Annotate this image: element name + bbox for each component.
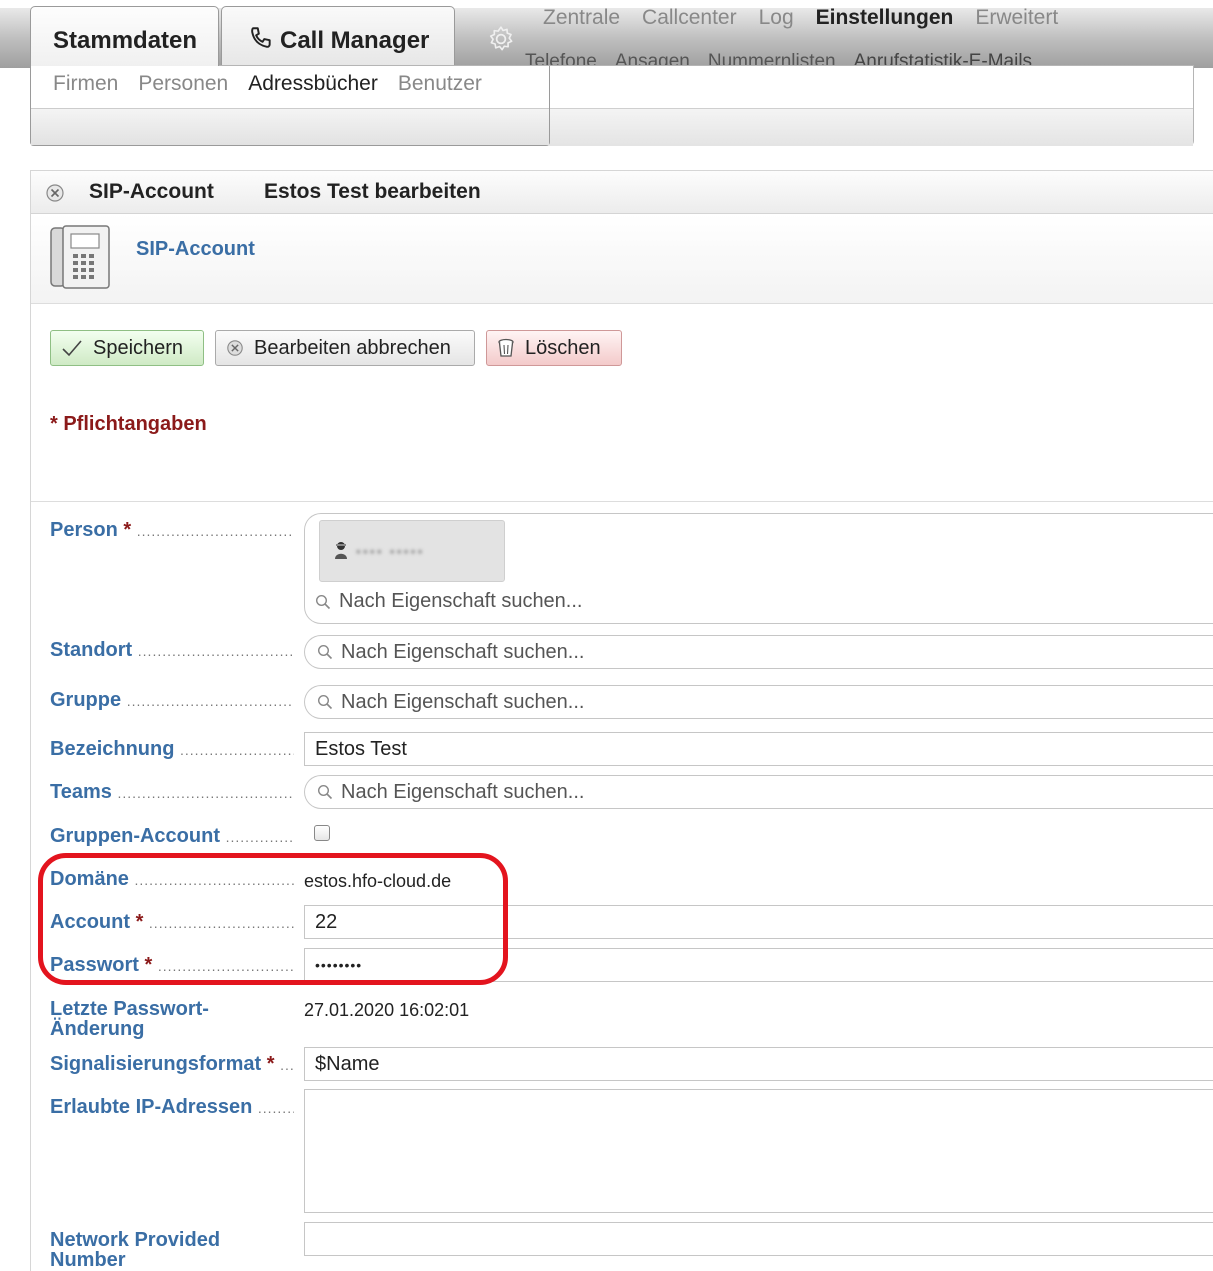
signalisierungsformat-input[interactable]: $Name — [304, 1047, 1213, 1081]
record-header: SIP-Account — [31, 214, 1213, 304]
call-menu: Zentrale Callcenter Log Einstellungen Erweit… — [543, 6, 1080, 30]
tab-stammdaten-label: Stammdaten — [53, 27, 198, 54]
bezeichnung-input[interactable]: Estos Test — [304, 732, 1213, 766]
sip-account-panel: SIP-Account Estos Test bearbeiten SIP-Ac… — [30, 170, 1213, 1271]
person-chip-redacted: ▪▪▪▪ ▪▪▪▪▪ — [356, 543, 425, 559]
save-button-label: Speichern — [93, 336, 184, 359]
label-signalisierungsformat: Signalisierungsformat * .............. — [50, 1053, 294, 1075]
desk-phone-icon — [50, 225, 110, 289]
panel-header: SIP-Account Estos Test bearbeiten — [31, 171, 1213, 214]
standort-search[interactable]: Nach Eigenschaft suchen... — [304, 635, 1213, 669]
standort-placeholder: Nach Eigenschaft suchen... — [341, 640, 585, 663]
search-icon — [315, 594, 331, 609]
tab-call-manager-label: Call Manager — [280, 27, 430, 54]
cancel-edit-button[interactable]: Bearbeiten abbrechen — [215, 330, 475, 366]
search-icon — [317, 784, 333, 800]
panel-type: SIP-Account — [89, 180, 214, 203]
required-fields-note: * Pflichtangaben — [50, 413, 207, 435]
search-icon — [317, 694, 333, 710]
stammdaten-dropdown: Firmen Personen Adressbücher Benutzer — [30, 66, 550, 146]
label-account: Account * ..............................… — [50, 911, 294, 933]
passwort-value: •••••••• — [315, 957, 363, 973]
erlaubte-ip-adressen-textarea[interactable] — [304, 1089, 1213, 1213]
delete-button-label: Löschen — [525, 336, 601, 359]
teams-placeholder: Nach Eigenschaft suchen... — [341, 780, 585, 803]
bezeichnung-value: Estos Test — [315, 737, 407, 760]
save-button[interactable]: Speichern — [50, 330, 204, 366]
network-provided-number-input[interactable] — [304, 1222, 1213, 1256]
label-person: Person * ...............................… — [50, 519, 294, 541]
trash-icon — [498, 338, 514, 357]
close-icon[interactable] — [45, 183, 65, 203]
section-title: SIP-Account — [136, 238, 255, 260]
passwort-input[interactable]: •••••••• — [304, 948, 1213, 982]
tab-call-manager[interactable]: Call Manager — [221, 6, 455, 68]
gruppe-search[interactable]: Nach Eigenschaft suchen... — [304, 685, 1213, 719]
stammdaten-submenu-row — [31, 109, 549, 145]
phone-handset-icon — [251, 27, 271, 48]
label-teams: Teams ..................................… — [50, 781, 294, 803]
gruppe-placeholder: Nach Eigenschaft suchen... — [341, 690, 585, 713]
stammdaten-menu: Firmen Personen Adressbücher Benutzer — [53, 72, 502, 96]
label-domaene: Domäne .................................… — [50, 868, 294, 890]
person-chip[interactable]: ▪▪▪▪ ▪▪▪▪▪ — [319, 520, 505, 582]
label-network-provided-number: Network Provided Number — [50, 1230, 221, 1270]
cancel-edit-button-label: Bearbeiten abbrechen — [254, 336, 451, 359]
label-gruppe: Gruppe .................................… — [50, 689, 294, 711]
label-erlaubte-ip-adressen: Erlaubte IP-Adressen ...................… — [50, 1096, 294, 1118]
label-letzte-passwort-aenderung: Letzte Passwort-Änderung — [50, 999, 209, 1039]
search-icon — [317, 644, 333, 660]
person-icon — [335, 542, 347, 559]
menu-item-benutzer[interactable]: Benutzer — [398, 72, 482, 95]
tab-stammdaten[interactable]: Stammdaten — [30, 6, 219, 68]
menu-item-einstellungen[interactable]: Einstellungen — [816, 6, 954, 29]
gear-icon[interactable] — [486, 24, 516, 54]
menu-item-log[interactable]: Log — [759, 6, 794, 29]
person-search[interactable]: Nach Eigenschaft suchen... — [315, 590, 582, 613]
gruppen-account-checkbox[interactable] — [314, 825, 330, 841]
menu-item-erweitert[interactable]: Erweitert — [975, 6, 1058, 29]
delete-button[interactable]: Löschen — [486, 330, 622, 366]
person-field[interactable]: ▪▪▪▪ ▪▪▪▪▪ Nach Eigenschaft suchen... — [304, 513, 1213, 624]
form-divider — [31, 501, 1213, 502]
account-value: 22 — [315, 910, 338, 933]
signalisierungsformat-value: $Name — [315, 1052, 380, 1075]
menu-item-callcenter[interactable]: Callcenter — [642, 6, 737, 29]
label-standort: Standort ...............................… — [50, 639, 294, 661]
letzte-passwort-aenderung-value: 27.01.2020 16:02:01 — [304, 1000, 470, 1020]
panel-title: Estos Test bearbeiten — [264, 180, 481, 203]
teams-search[interactable]: Nach Eigenschaft suchen... — [304, 775, 1213, 809]
label-passwort: Passwort * .............................… — [50, 954, 294, 976]
checkmark-icon — [62, 340, 82, 357]
menu-item-personen[interactable]: Personen — [138, 72, 228, 95]
account-input[interactable]: 22 — [304, 905, 1213, 939]
menu-item-firmen[interactable]: Firmen — [53, 72, 118, 95]
cancel-icon — [227, 340, 243, 356]
menu-item-adressbuecher[interactable]: Adressbücher — [248, 72, 378, 95]
active-indicator-caret — [900, 98, 916, 106]
person-search-placeholder: Nach Eigenschaft suchen... — [339, 590, 583, 612]
domaene-value: estos.hfo-cloud.de — [304, 871, 452, 891]
menu-item-zentrale[interactable]: Zentrale — [543, 6, 620, 29]
label-gruppen-account: Gruppen-Account ........................… — [50, 825, 294, 847]
label-bezeichnung: Bezeichnung ............................… — [50, 738, 294, 760]
